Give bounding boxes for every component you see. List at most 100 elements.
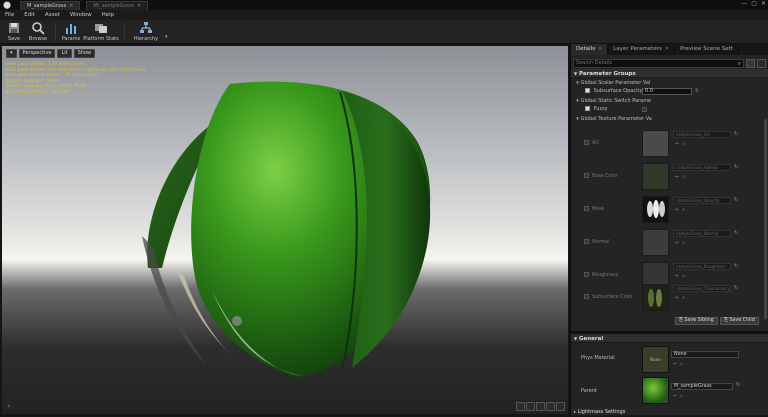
texture-asset-dropdown[interactable]: sampleGrass_Roughness [673, 263, 731, 270]
texture-thumbnail[interactable] [642, 163, 669, 190]
browse-asset-icon[interactable]: ⌕ [682, 207, 685, 213]
close-tab-icon[interactable]: ✕ [598, 44, 602, 55]
use-selected-icon[interactable]: ⇐ [675, 273, 679, 279]
menu-file[interactable]: File [5, 12, 14, 18]
cylinder-preview-icon[interactable] [516, 402, 525, 411]
fuzzy-override-checkbox[interactable] [585, 106, 590, 111]
texture-asset-dropdown[interactable]: sampleGrass_AO [673, 131, 731, 138]
close-tab-icon[interactable]: ✕ [69, 2, 73, 10]
use-selected-icon[interactable]: ⇐ [675, 207, 679, 213]
texture-group-row[interactable]: ▼ Global Texture Parameter Va [571, 114, 768, 123]
preview-mesh-grass-sphere [142, 81, 431, 378]
texture-asset-dropdown[interactable]: sampleGrass_Albedo [673, 164, 731, 171]
tab-details[interactable]: Details ✕ [571, 44, 609, 55]
reset-to-default-icon[interactable]: ↻ [734, 230, 738, 236]
subsurface-opacity-field[interactable]: 0.0 [642, 88, 692, 95]
menu-help[interactable]: Help [102, 12, 115, 18]
reset-to-default-icon[interactable]: ↻ [734, 164, 738, 170]
reset-to-default-icon[interactable]: ↻ [734, 285, 738, 291]
reset-to-default-icon[interactable]: ↻ [734, 263, 738, 269]
minimize-icon[interactable]: — [741, 0, 747, 7]
browse-asset-icon[interactable]: ⌕ [680, 361, 683, 367]
close-tab-icon[interactable]: ✕ [137, 2, 141, 10]
asset-actions: ⇐ ⌕ [675, 273, 685, 279]
browse-asset-icon[interactable]: ⌕ [682, 273, 685, 279]
subsurface-opacity-value: 0.0 [645, 88, 653, 94]
override-checkbox[interactable] [584, 272, 589, 277]
fuzzy-label: Fuzzy [593, 106, 608, 112]
reset-to-default-icon[interactable]: ↻ [734, 197, 738, 203]
save-child-button[interactable]: ⎘ Save Child [720, 317, 759, 325]
cube-preview-icon[interactable] [546, 402, 555, 411]
save-sibling-button[interactable]: ⎘ Save Sibling [675, 317, 718, 325]
window-controls: — ▢ ✕ [741, 0, 766, 7]
viewport-options-button[interactable]: ▾ [6, 49, 17, 58]
override-checkbox[interactable] [584, 239, 589, 244]
menu-asset[interactable]: Asset [45, 12, 60, 18]
hierarchy-dropdown-icon[interactable]: ▾ [165, 34, 168, 40]
view-options-button[interactable] [746, 58, 755, 68]
texture-thumbnail[interactable] [642, 229, 669, 256]
browse-asset-icon[interactable]: ⌕ [682, 141, 685, 147]
teapot-preview-icon[interactable] [556, 402, 565, 411]
show-button[interactable]: Show [73, 49, 96, 58]
use-selected-icon[interactable]: ⇐ [673, 361, 677, 367]
parameter-groups-header[interactable]: ▼ Parameter Groups [571, 69, 768, 78]
texture-asset-dropdown[interactable]: sampleGrass_Normal [673, 230, 731, 237]
override-checkbox[interactable] [584, 294, 589, 299]
fuzzy-value-checkbox[interactable] [642, 107, 647, 112]
params-button[interactable]: Params [60, 20, 82, 44]
general-header[interactable]: ▼ General [571, 334, 768, 343]
perspective-button[interactable]: Perspective [18, 49, 56, 58]
close-window-icon[interactable]: ✕ [761, 0, 766, 7]
override-checkbox[interactable] [584, 173, 589, 178]
lit-button[interactable]: Lit [57, 49, 72, 58]
use-selected-icon[interactable]: ⇐ [675, 295, 679, 301]
texture-asset-dropdown[interactable]: sampleGrass_Opacity [673, 197, 731, 204]
collapse-arrow-icon: ▼ [576, 98, 580, 103]
subsurface-opacity-checkbox[interactable] [585, 88, 590, 93]
override-checkbox[interactable] [584, 140, 589, 145]
menu-window[interactable]: Window [70, 12, 92, 18]
details-search-input[interactable]: Search Details ⌕ [573, 58, 744, 68]
phys-material-thumbnail[interactable]: None [642, 346, 669, 373]
texture-thumbnail[interactable] [642, 196, 669, 223]
browse-asset-icon[interactable]: ⌕ [682, 174, 685, 180]
override-checkbox[interactable] [584, 206, 589, 211]
browse-asset-icon[interactable]: ⌕ [680, 393, 683, 399]
texture-thumbnail[interactable] [642, 130, 669, 157]
sphere-preview-icon[interactable] [526, 402, 535, 411]
use-selected-icon[interactable]: ⇐ [675, 240, 679, 246]
save-button[interactable]: Save [3, 20, 25, 44]
tab-material-instance[interactable]: M_sampleGrass ✕ [20, 0, 81, 10]
texture-thumbnail[interactable] [642, 284, 669, 311]
texture-asset-dropdown[interactable]: sampleGrass_Translucency [673, 285, 731, 292]
details-scrollbar[interactable] [764, 119, 767, 319]
tab-preview-scene-settings[interactable]: Preview Scene Sett [675, 44, 739, 55]
menu-edit[interactable]: Edit [24, 12, 35, 18]
plane-preview-icon[interactable] [536, 402, 545, 411]
preview-viewport[interactable]: ▾ Perspective Lit Show Base pass shader:… [2, 46, 568, 414]
browse-asset-icon[interactable]: ⌕ [682, 240, 685, 246]
platform-stats-button[interactable]: Platform Stats [83, 20, 119, 44]
use-selected-icon[interactable]: ⇐ [675, 174, 679, 180]
browse-button[interactable]: Browse [27, 20, 49, 44]
phys-material-dropdown[interactable]: None [671, 351, 739, 358]
static-switch-group-row[interactable]: ▼ Global Static Switch Parame [571, 96, 768, 105]
scalar-group-row[interactable]: ▼ Global Scalar Parameter Val [571, 78, 768, 87]
browse-asset-icon[interactable]: ⌕ [682, 295, 685, 301]
reset-to-default-icon[interactable]: ↻ [695, 87, 699, 96]
use-selected-icon[interactable]: ⇐ [673, 393, 677, 399]
tab-layer-parameters[interactable]: Layer Parameters ✕ [608, 44, 676, 55]
close-tab-icon[interactable]: ✕ [665, 44, 669, 55]
property-matrix-button[interactable] [757, 58, 766, 68]
use-selected-icon[interactable]: ⇐ [675, 141, 679, 147]
reset-to-default-icon[interactable]: ↻ [734, 131, 738, 137]
hierarchy-button[interactable]: Hierarchy [129, 20, 163, 44]
maximize-icon[interactable]: ▢ [751, 0, 757, 7]
reset-to-default-icon[interactable]: ↻ [736, 382, 740, 388]
lightmass-settings-header[interactable]: ▸ Lightmass Settings [571, 407, 768, 416]
parent-thumbnail[interactable] [642, 377, 669, 404]
parent-dropdown[interactable]: M_sampleGrass [671, 383, 733, 390]
tab-material[interactable]: MI_sampleGrass ✕ [86, 0, 149, 10]
